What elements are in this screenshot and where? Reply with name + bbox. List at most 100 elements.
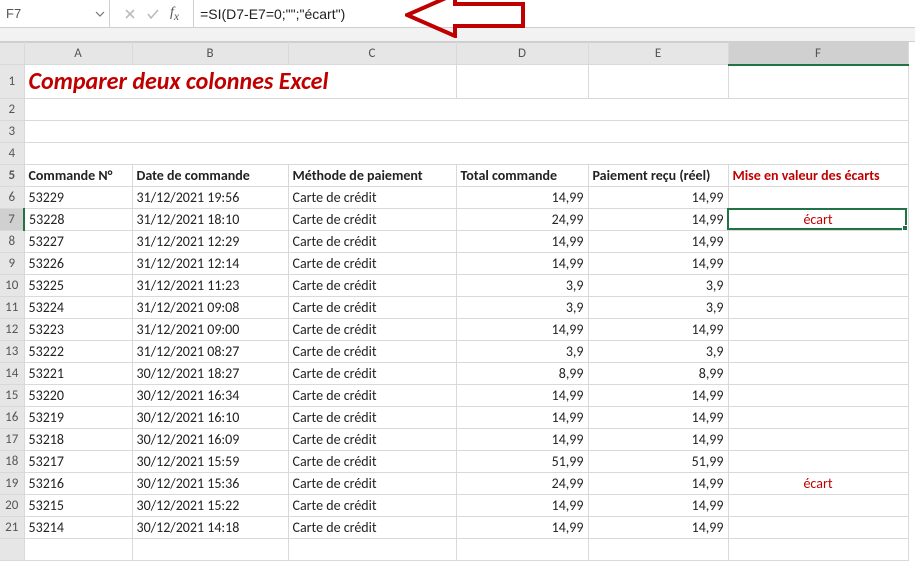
header-cell[interactable]: Méthode de paiement	[288, 165, 456, 187]
cell[interactable]	[288, 539, 456, 561]
cell[interactable]: 53217	[24, 451, 132, 473]
cell[interactable]: 53218	[24, 429, 132, 451]
cell[interactable]: Carte de crédit	[288, 495, 456, 517]
cell[interactable]	[728, 231, 908, 253]
cell[interactable]	[132, 539, 288, 561]
cell[interactable]: 14,99	[456, 495, 588, 517]
col-header-A[interactable]: A	[24, 43, 132, 65]
cell[interactable]: 14,99	[456, 407, 588, 429]
cell[interactable]	[728, 65, 908, 99]
cell[interactable]: Carte de crédit	[288, 451, 456, 473]
cell[interactable]	[728, 319, 908, 341]
row-header[interactable]: 20	[0, 495, 24, 517]
cell[interactable]: 3,9	[588, 341, 728, 363]
cell[interactable]: 53216	[24, 473, 132, 495]
cell[interactable]: 31/12/2021 12:29	[132, 231, 288, 253]
cell[interactable]: Carte de crédit	[288, 209, 456, 231]
cell[interactable]: 30/12/2021 18:27	[132, 363, 288, 385]
row-header[interactable]: 18	[0, 451, 24, 473]
header-cell[interactable]: Date de commande	[132, 165, 288, 187]
row-header[interactable]: 9	[0, 253, 24, 275]
cell[interactable]: écart	[728, 473, 908, 495]
cell[interactable]: 3,9	[456, 341, 588, 363]
cell[interactable]: 14,99	[588, 517, 728, 539]
row-header[interactable]: 19	[0, 473, 24, 495]
cell[interactable]: Carte de crédit	[288, 297, 456, 319]
cell[interactable]	[728, 385, 908, 407]
cell[interactable]: 53219	[24, 407, 132, 429]
cell[interactable]: Carte de crédit	[288, 407, 456, 429]
cell[interactable]: 14,99	[456, 187, 588, 209]
row-header[interactable]: 14	[0, 363, 24, 385]
row-header[interactable]: 6	[0, 187, 24, 209]
cell[interactable]: Carte de crédit	[288, 187, 456, 209]
cell[interactable]: 53224	[24, 297, 132, 319]
cell[interactable]: 14,99	[456, 385, 588, 407]
cell[interactable]	[588, 65, 728, 99]
row-header[interactable]: 3	[0, 121, 24, 143]
dropdown-icon[interactable]	[95, 9, 105, 19]
cell[interactable]	[24, 99, 908, 121]
cell[interactable]: 53227	[24, 231, 132, 253]
cell[interactable]: 14,99	[456, 429, 588, 451]
cell[interactable]: 53225	[24, 275, 132, 297]
cell[interactable]	[456, 65, 588, 99]
cell[interactable]: 24,99	[456, 473, 588, 495]
cell[interactable]: 30/12/2021 15:36	[132, 473, 288, 495]
cell[interactable]: 30/12/2021 14:18	[132, 517, 288, 539]
cell[interactable]: 3,9	[588, 297, 728, 319]
cell[interactable]: 14,99	[588, 319, 728, 341]
cell[interactable]	[728, 539, 908, 561]
cell[interactable]	[728, 517, 908, 539]
cell[interactable]	[728, 341, 908, 363]
cell[interactable]: 31/12/2021 08:27	[132, 341, 288, 363]
cell[interactable]	[24, 121, 908, 143]
cell[interactable]: 53214	[24, 517, 132, 539]
col-header-D[interactable]: D	[456, 43, 588, 65]
cell[interactable]	[728, 187, 908, 209]
cell[interactable]	[728, 275, 908, 297]
cell[interactable]	[728, 407, 908, 429]
cell[interactable]: 53226	[24, 253, 132, 275]
cell[interactable]: 51,99	[588, 451, 728, 473]
cell[interactable]: 14,99	[588, 209, 728, 231]
row-header[interactable]: 7	[0, 209, 24, 231]
cell[interactable]: 53228	[24, 209, 132, 231]
cell[interactable]: 53221	[24, 363, 132, 385]
cell[interactable]: 14,99	[588, 473, 728, 495]
cell[interactable]: 53222	[24, 341, 132, 363]
cell[interactable]: 30/12/2021 16:10	[132, 407, 288, 429]
cell[interactable]	[728, 363, 908, 385]
cell[interactable]: 14,99	[456, 517, 588, 539]
cell[interactable]: 53229	[24, 187, 132, 209]
cell[interactable]: écart	[728, 209, 908, 231]
cell[interactable]: 31/12/2021 11:23	[132, 275, 288, 297]
fx-icon[interactable]: fx	[170, 5, 179, 23]
header-cell[interactable]: Total commande	[456, 165, 588, 187]
cell[interactable]: 30/12/2021 16:34	[132, 385, 288, 407]
cell[interactable]: 14,99	[456, 253, 588, 275]
cell[interactable]: 14,99	[588, 231, 728, 253]
row-header[interactable]: 13	[0, 341, 24, 363]
cell[interactable]: 14,99	[588, 385, 728, 407]
cell[interactable]	[24, 539, 132, 561]
cell[interactable]: Carte de crédit	[288, 517, 456, 539]
cell[interactable]: 53223	[24, 319, 132, 341]
row-header[interactable]: 2	[0, 99, 24, 121]
cell[interactable]: Carte de crédit	[288, 231, 456, 253]
formula-input[interactable]	[194, 6, 915, 22]
cell[interactable]: 51,99	[456, 451, 588, 473]
cell[interactable]: 3,9	[456, 297, 588, 319]
cell[interactable]: 14,99	[588, 187, 728, 209]
cell[interactable]: 24,99	[456, 209, 588, 231]
cell[interactable]: 14,99	[588, 495, 728, 517]
cell[interactable]: 31/12/2021 19:56	[132, 187, 288, 209]
header-cell[interactable]: Mise en valeur des écarts	[728, 165, 908, 187]
cell[interactable]: Carte de crédit	[288, 319, 456, 341]
cell[interactable]: 14,99	[456, 231, 588, 253]
cell[interactable]: 30/12/2021 15:59	[132, 451, 288, 473]
cell[interactable]: 8,99	[456, 363, 588, 385]
cell[interactable]: 30/12/2021 16:09	[132, 429, 288, 451]
row-header[interactable]: 8	[0, 231, 24, 253]
row-header[interactable]: 11	[0, 297, 24, 319]
